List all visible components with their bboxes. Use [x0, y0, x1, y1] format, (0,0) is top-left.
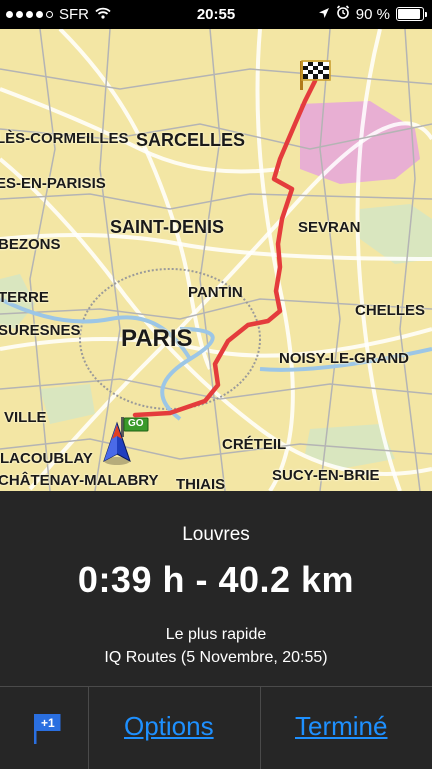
map-label-sucy-en-brie: SUCY-EN-BRIE: [272, 467, 380, 484]
map-graphics: [0, 29, 432, 491]
done-button[interactable]: Terminé: [295, 711, 387, 742]
map-label-thiais: THIAIS: [176, 476, 226, 491]
waypoint-flag-button[interactable]: +1: [0, 687, 89, 769]
battery-percent: 90 %: [355, 5, 390, 23]
map-label-paris: PARIS: [121, 325, 193, 352]
destination-name: Louvres: [182, 524, 250, 545]
route-time-distance: 0:39 h - 40.2 km: [77, 559, 355, 600]
battery-icon: [396, 7, 427, 21]
location-arrow-icon: [318, 6, 330, 23]
flag-badge: +1: [41, 716, 55, 730]
route-type: Le plus rapide: [165, 626, 267, 643]
map-label-sevran: SEVRAN: [298, 219, 361, 236]
route-traffic-info: IQ Routes (5 Novembre, 20:55): [104, 649, 328, 666]
map-label-chatenay-malabry: CHÂTENAY-MALABRY: [0, 472, 159, 489]
map-label-les-cormeilles: LÈS-CORMEILLES: [0, 130, 129, 147]
bottom-toolbar: +1 Options Terminé: [0, 686, 432, 769]
toolbar-separator: [260, 687, 261, 769]
map-label-suresnes: SURESNES: [0, 322, 81, 339]
alarm-icon: [336, 5, 350, 23]
map-label-chelles: CHELLES: [355, 302, 426, 319]
route-summary-panel: Louvres 0:39 h - 40.2 km Le plus rapide …: [0, 491, 432, 686]
map-label-nanterre: TERRE: [0, 289, 49, 306]
map-label-bezons: BEZONS: [0, 236, 61, 253]
map-label-saint-denis: SAINT-DENIS: [110, 217, 225, 237]
map-view[interactable]: LÈS-CORMEILLES SARCELLES ES-EN-PARISIS S…: [0, 29, 432, 491]
map-label-pantin: PANTIN: [188, 284, 243, 301]
map-label-ermont: ES-EN-PARISIS: [0, 175, 106, 192]
map-label-ville: VILLE: [4, 409, 47, 426]
battery-fill: [398, 9, 420, 19]
map-label-creteil: CRÉTEIL: [222, 436, 287, 453]
status-bar: SFR 20:55 90 %: [0, 0, 432, 29]
options-button[interactable]: Options: [124, 711, 214, 742]
map-label-noisy-le-grand: NOISY-LE-GRAND: [279, 350, 410, 367]
map-label-sarcelles: SARCELLES: [136, 130, 246, 150]
map-label-vlacoublay: LACOUBLAY: [0, 450, 93, 467]
